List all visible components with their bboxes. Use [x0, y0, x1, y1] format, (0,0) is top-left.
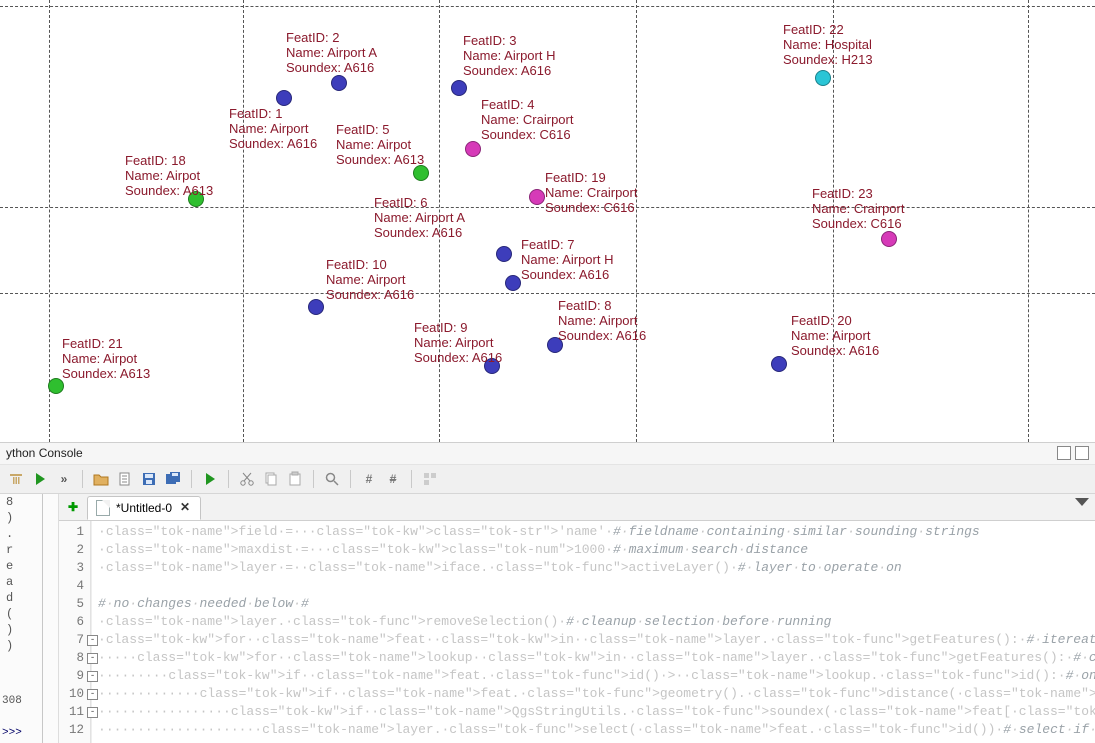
feature-point[interactable] [308, 299, 324, 315]
console-output-gutter: 8).read()) 308 >>> [0, 494, 59, 743]
feature-point[interactable] [465, 141, 481, 157]
python-console-title: ython Console [6, 446, 83, 460]
open-file-icon[interactable] [91, 469, 111, 489]
feature-label: FeatID: 21Name: AirpotSoundex: A613 [62, 336, 150, 381]
code-line[interactable]: ·class="tok-kw">for··class="tok-name">fe… [98, 631, 1095, 649]
editor-tab[interactable]: *Untitled-0 ✕ [87, 496, 201, 520]
editor-tab-row: ✚ *Untitled-0 ✕ [59, 494, 1095, 521]
paste-icon[interactable] [285, 469, 305, 489]
console-body: 8).read()) 308 >>> ✚ *Untitled-0 ✕ 12345… [0, 494, 1095, 743]
feature-point[interactable] [331, 75, 347, 91]
feature-label: FeatID: 9Name: AirportSoundex: A616 [414, 320, 502, 365]
copy-icon[interactable] [261, 469, 281, 489]
code-line[interactable]: ·class="tok-name">layer.·class="tok-func… [98, 613, 1095, 631]
file-icon [96, 500, 110, 516]
feature-point[interactable] [413, 165, 429, 181]
fold-toggle-icon[interactable]: - [87, 653, 98, 664]
save-as-icon[interactable] [163, 469, 183, 489]
grid-line [0, 293, 1095, 294]
code-line[interactable]: ·class="tok-name">field·=···class="tok-k… [98, 523, 1095, 541]
editor-tab-label: *Untitled-0 [116, 501, 172, 515]
close-tab-icon[interactable]: ✕ [178, 501, 192, 515]
grid-line [0, 6, 1095, 7]
code-lines[interactable]: ·class="tok-name">field·=···class="tok-k… [92, 521, 1095, 743]
code-line[interactable]: ·····class="tok-kw">for··class="tok-name… [98, 649, 1095, 667]
object-inspector-icon[interactable] [420, 469, 440, 489]
run-icon[interactable] [30, 469, 50, 489]
feature-label: FeatID: 7Name: Airport HSoundex: A616 [521, 237, 613, 282]
dock-icon[interactable] [1057, 446, 1071, 460]
code-line[interactable]: ·····················class="tok-name">la… [98, 721, 1095, 739]
feature-point[interactable] [881, 231, 897, 247]
editor-column: ✚ *Untitled-0 ✕ 1234567-8-9-10-11-12 ·cl… [59, 494, 1095, 743]
code-line[interactable]: ·············class="tok-kw">if··class="t… [98, 685, 1095, 703]
clear-icon[interactable] [6, 469, 26, 489]
feature-label: FeatID: 4Name: CrairportSoundex: C616 [481, 97, 573, 142]
python-console-panel: ython Console » # # 8).read()) [0, 442, 1095, 743]
run-script-icon[interactable] [200, 469, 220, 489]
code-line[interactable]: ·class="tok-name">layer·=··class="tok-na… [98, 559, 1095, 577]
search-icon[interactable] [322, 469, 342, 489]
add-tab-icon[interactable]: ✚ [63, 497, 83, 517]
code-editor[interactable]: 1234567-8-9-10-11-12 ·class="tok-name">f… [59, 521, 1095, 743]
map-canvas[interactable]: FeatID: 2Name: Airport ASoundex: A616 Fea… [0, 0, 1095, 442]
code-line[interactable] [98, 577, 1095, 595]
code-line-gutter: 1234567-8-9-10-11-12 [59, 521, 91, 743]
feature-point[interactable] [496, 246, 512, 262]
code-line[interactable]: ·class="tok-name">maxdist·=···class="tok… [98, 541, 1095, 559]
fold-toggle-icon[interactable]: - [87, 707, 98, 718]
new-file-icon[interactable] [115, 469, 135, 489]
feature-point[interactable] [815, 70, 831, 86]
code-line[interactable]: #·no·changes·needed·below·# [98, 595, 1095, 613]
grid-line [49, 0, 50, 442]
close-panel-icon[interactable] [1075, 446, 1089, 460]
feature-point[interactable] [529, 189, 545, 205]
feature-point[interactable] [505, 275, 521, 291]
fold-toggle-icon[interactable]: - [87, 635, 98, 646]
feature-label: FeatID: 10Name: AirportSoundex: A616 [326, 257, 414, 302]
grid-line [243, 0, 244, 442]
grid-line [1028, 0, 1029, 442]
feature-label: FeatID: 8Name: AirportSoundex: A616 [558, 298, 646, 343]
fold-toggle-icon[interactable]: - [87, 689, 98, 700]
more-icon[interactable]: » [54, 469, 74, 489]
cut-icon[interactable] [237, 469, 257, 489]
feature-label: FeatID: 6Name: Airport ASoundex: A616 [374, 195, 465, 240]
save-icon[interactable] [139, 469, 159, 489]
tab-overflow-icon[interactable] [1075, 498, 1089, 506]
feature-label: FeatID: 19Name: CrairportSoundex: C616 [545, 170, 637, 215]
feature-label: FeatID: 5Name: AirpotSoundex: A613 [336, 122, 424, 167]
feature-point[interactable] [276, 90, 292, 106]
feature-label: FeatID: 22Name: HospitalSoundex: H213 [783, 22, 873, 67]
feature-label: FeatID: 23Name: CrairportSoundex: C616 [812, 186, 904, 231]
python-console-title-bar: ython Console [0, 443, 1095, 465]
feature-point[interactable] [771, 356, 787, 372]
fold-toggle-icon[interactable]: - [87, 671, 98, 682]
uncomment-icon[interactable]: # [383, 469, 403, 489]
console-prompt[interactable]: >>> [2, 725, 22, 741]
feature-label: FeatID: 2Name: Airport ASoundex: A616 [286, 30, 377, 75]
feature-label: FeatID: 3Name: Airport HSoundex: A616 [463, 33, 555, 78]
feature-label: FeatID: 20Name: AirportSoundex: A616 [791, 313, 879, 358]
code-line[interactable]: ·················class="tok-kw">if··clas… [98, 703, 1095, 721]
feature-label: FeatID: 1Name: AirportSoundex: A616 [229, 106, 317, 151]
grid-line [636, 0, 637, 442]
comment-icon[interactable]: # [359, 469, 379, 489]
console-output-linecount: 308 [2, 693, 22, 709]
feature-label: FeatID: 18Name: AirpotSoundex: A613 [125, 153, 213, 198]
console-toolbar: » # # [0, 465, 1095, 494]
feature-point[interactable] [451, 80, 467, 96]
code-line[interactable]: ·········class="tok-kw">if··class="tok-n… [98, 667, 1095, 685]
